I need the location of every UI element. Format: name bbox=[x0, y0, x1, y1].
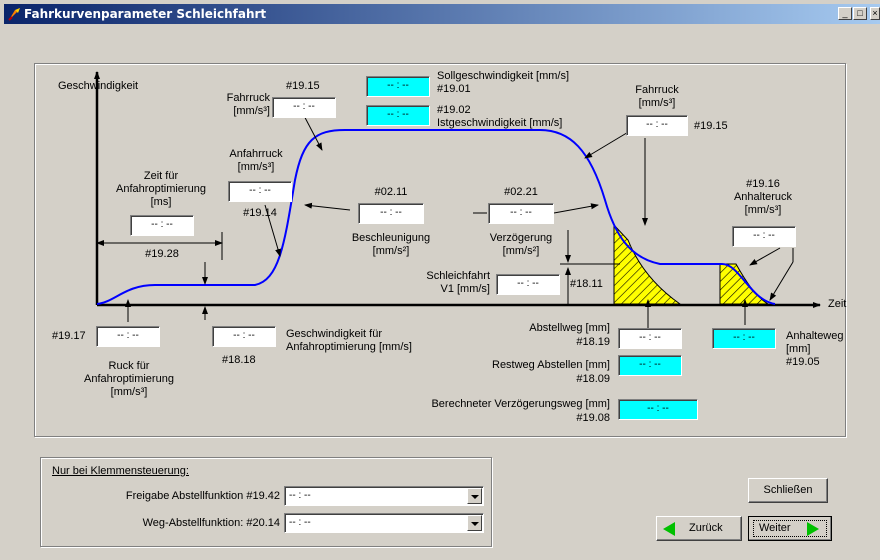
zeit-anfahr-title: Zeit für Anfahroptimierung [ms] bbox=[116, 170, 206, 208]
soll-label: Sollgeschwindigkeit [mm/s] bbox=[437, 70, 570, 82]
abstellweg-label: Abstellweg [mm] bbox=[529, 322, 610, 334]
anhalteweg-field[interactable]: -- : -- bbox=[712, 328, 776, 349]
arrow-left-icon bbox=[663, 522, 675, 536]
beschleunigung-field[interactable]: -- : -- bbox=[358, 203, 424, 224]
anfahrruck-param: #19.14 bbox=[243, 207, 277, 219]
restweg-field[interactable]: -- : -- bbox=[618, 355, 682, 376]
freigabe-label: Freigabe Abstellfunktion #19.42 bbox=[125, 490, 280, 502]
zeit-anfahr-param: #19.28 bbox=[145, 248, 179, 260]
anfahrruck-title: Anfahrruck [mm/s³] bbox=[229, 148, 283, 173]
istgeschwindigkeit-field[interactable]: -- : -- bbox=[366, 105, 430, 126]
dialog-window: Fahrkurvenparameter Schleichfahrt _ □ × bbox=[0, 0, 880, 560]
fahrruck-left-title: Fahrruck [mm/s³] bbox=[226, 92, 270, 117]
beschleunigung-param: #02.11 bbox=[374, 186, 408, 198]
y-axis-label: Geschwindigkeit bbox=[58, 80, 139, 92]
abstellweg-param: #18.19 bbox=[576, 336, 610, 348]
verzoegerung-field[interactable]: -- : -- bbox=[488, 203, 554, 224]
ruck-anfahr-label: Ruck für Anfahroptimierung [mm/s³] bbox=[84, 360, 174, 398]
arrow-right-icon bbox=[807, 522, 819, 536]
weg-select[interactable]: -- : -- bbox=[284, 513, 484, 533]
geschw-anfahr-param: #18.18 bbox=[222, 354, 256, 366]
restweg-param: #18.09 bbox=[576, 373, 610, 385]
fahrruck-right-field[interactable]: -- : -- bbox=[626, 115, 688, 136]
ist-param: #19.02 bbox=[437, 104, 471, 116]
schleichfahrt-label: Schleichfahrt V1 [mm/s] bbox=[426, 270, 490, 295]
fahrruck-left-param: #19.15 bbox=[286, 80, 320, 92]
fahrruck-left-field[interactable]: -- : -- bbox=[272, 97, 336, 118]
anhalteweg-label: Anhalteweg [mm] #19.05 bbox=[786, 330, 844, 368]
freigabe-select[interactable]: -- : -- bbox=[284, 486, 484, 506]
zeit-anfahr-field[interactable]: -- : -- bbox=[130, 215, 194, 236]
chevron-down-icon[interactable] bbox=[467, 488, 482, 504]
weiter-label: Weiter bbox=[759, 522, 791, 534]
anhalteruck-field[interactable]: -- : -- bbox=[732, 226, 796, 247]
ist-label: Istgeschwindigkeit [mm/s] bbox=[437, 117, 563, 129]
freigabe-value: -- : -- bbox=[289, 490, 311, 501]
abstellweg-field[interactable]: -- : -- bbox=[618, 328, 682, 349]
verzoegerung-label: Verzögerung [mm/s²] bbox=[489, 232, 553, 257]
schliessen-button[interactable]: Schließen bbox=[748, 478, 828, 503]
weg-label: Weg-Abstellfunktion: #20.14 bbox=[142, 517, 280, 529]
weg-value: -- : -- bbox=[289, 517, 311, 528]
verzoegerung-param: #02.21 bbox=[504, 186, 538, 198]
klemmensteuerung-title: Nur bei Klemmensteuerung: bbox=[52, 465, 189, 477]
schleichfahrt-field[interactable]: -- : -- bbox=[496, 274, 560, 295]
ruck-anfahr-param: #19.17 bbox=[52, 330, 86, 342]
fahrruck-right-param: #19.15 bbox=[694, 120, 728, 132]
anhalteruck-title: #19.16 Anhalteruck [mm/s³] bbox=[733, 178, 793, 216]
x-axis-label: Zeit bbox=[828, 298, 847, 310]
soll-param: #19.01 bbox=[437, 83, 471, 95]
verzoegerungsweg-field[interactable]: -- : -- bbox=[618, 399, 698, 420]
geschw-anfahr-label: Geschwindigkeit für Anfahroptimierung [m… bbox=[286, 328, 412, 353]
sollgeschwindigkeit-field[interactable]: -- : -- bbox=[366, 76, 430, 97]
anfahrruck-field[interactable]: -- : -- bbox=[228, 181, 292, 202]
ruck-anfahr-field[interactable]: -- : -- bbox=[96, 326, 160, 347]
geschw-anfahr-field[interactable]: -- : -- bbox=[212, 326, 276, 347]
verzoegerungsweg-label: Berechneter Verzögerungsweg [mm] bbox=[431, 398, 610, 410]
restweg-label: Restweg Abstellen [mm] bbox=[492, 359, 610, 371]
weiter-button[interactable]: Weiter bbox=[748, 516, 832, 541]
chevron-down-icon[interactable] bbox=[467, 515, 482, 531]
verzoegerungsweg-param: #19.08 bbox=[576, 412, 610, 424]
fahrruck-right-title: Fahrruck [mm/s³] bbox=[635, 84, 679, 109]
beschleunigung-label: Beschleunigung [mm/s²] bbox=[351, 232, 431, 257]
zurueck-button[interactable]: Zurück bbox=[656, 516, 742, 541]
zurueck-label: Zurück bbox=[689, 522, 723, 534]
schleichfahrt-param: #18.11 bbox=[570, 278, 603, 290]
